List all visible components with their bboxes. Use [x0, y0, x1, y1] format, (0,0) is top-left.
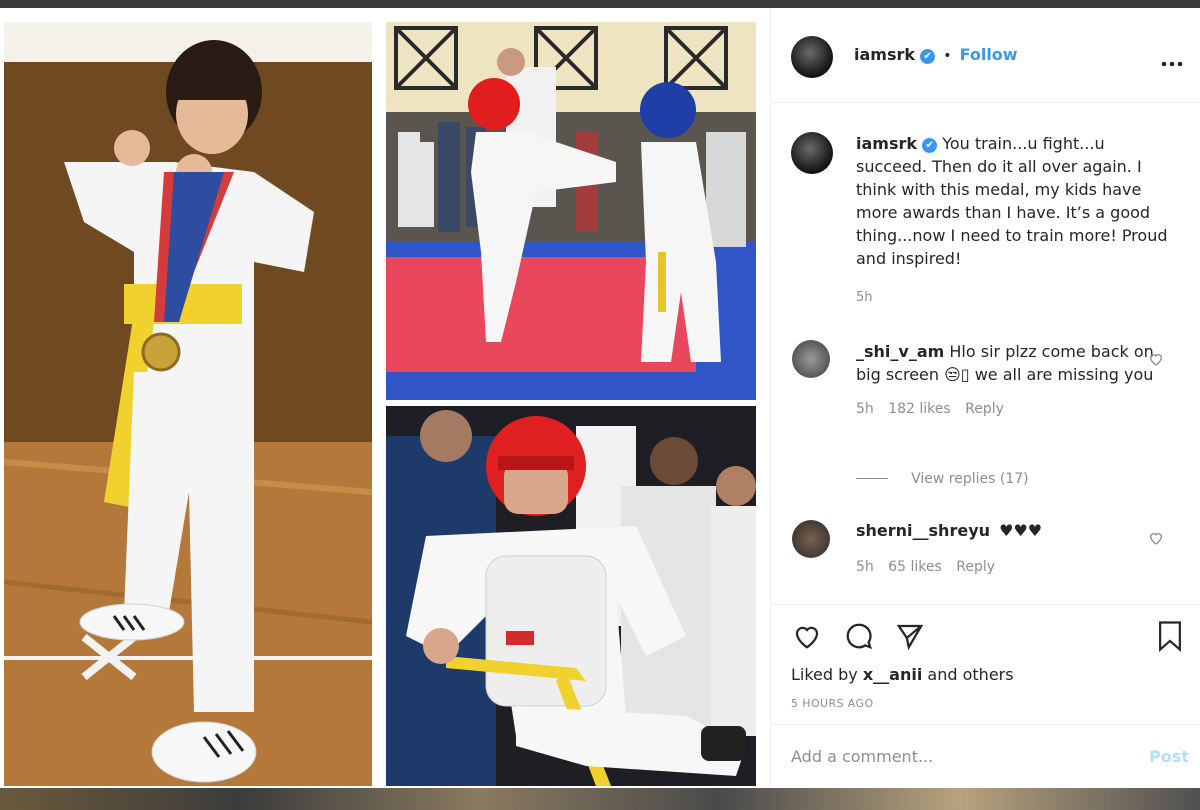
comment-like-heart-icon[interactable]	[1148, 351, 1164, 367]
comment-like-heart-icon[interactable]	[1148, 530, 1164, 546]
post-comment-button[interactable]: Post	[1149, 747, 1189, 766]
comment-text: ♥♥♥	[999, 521, 1043, 540]
comment-reply-button[interactable]: Reply	[965, 401, 1004, 417]
photo-sparring-match-art	[386, 22, 756, 400]
post-actions: Liked by x__anii and others 5 HOURS AGO	[771, 604, 1200, 725]
comment-item: sherni__shreyu ♥♥♥ 5h 65 likes Reply	[856, 519, 1156, 579]
add-comment-bar: Add a comment... Post	[771, 724, 1200, 789]
view-replies-line	[856, 478, 888, 479]
author-username[interactable]: iamsrk	[854, 45, 915, 64]
photo-kid-with-medal	[4, 22, 372, 786]
post-header: iamsrk ✔ • Follow	[771, 8, 1200, 103]
comment-meta: 5h 65 likes Reply	[856, 556, 1156, 579]
verified-badge-icon: ✔	[920, 49, 936, 64]
instagram-post: iamsrk ✔ • Follow iamsrk ✔ You train...u…	[0, 8, 1200, 788]
comment-username[interactable]: sherni__shreyu	[856, 521, 990, 540]
post-caption: iamsrk ✔ You train...u fight...u succeed…	[856, 132, 1176, 309]
comment-avatar[interactable]	[792, 520, 830, 558]
photo-kid-red-helmet	[386, 406, 756, 786]
window-bottom-strip	[0, 788, 1200, 810]
caption-verified-icon: ✔	[922, 138, 938, 153]
add-comment-input[interactable]: Add a comment...	[791, 747, 933, 766]
caption-avatar[interactable]	[791, 132, 833, 174]
caption-username[interactable]: iamsrk	[856, 134, 917, 153]
liked-by-suffix[interactable]: and others	[922, 665, 1013, 684]
liked-by-line: Liked by x__anii and others	[791, 665, 1014, 684]
comment-likes[interactable]: 182 likes	[888, 401, 950, 417]
comment-meta: 5h 182 likes Reply	[856, 398, 1156, 421]
comment-username[interactable]: _shi_v_am	[856, 342, 944, 361]
photo-kid-red-helmet-art	[386, 406, 756, 786]
comment-avatar[interactable]	[792, 340, 830, 378]
post-media[interactable]	[0, 8, 770, 788]
post-sidebar: iamsrk ✔ • Follow iamsrk ✔ You train...u…	[770, 8, 1200, 788]
caption-time[interactable]: 5h	[856, 286, 1176, 309]
author-avatar[interactable]	[791, 36, 833, 78]
author-line: iamsrk ✔ • Follow	[854, 45, 1018, 64]
photo-kid-with-medal-art	[4, 22, 372, 786]
caption-text: You train...u fight...u succeed. Then do…	[856, 134, 1168, 268]
comment-time[interactable]: 5h	[856, 401, 874, 417]
comment-item: _shi_v_am Hlo sir plzz come back on big …	[856, 340, 1156, 421]
comment-likes[interactable]: 65 likes	[888, 559, 942, 575]
like-heart-icon[interactable]	[791, 621, 823, 655]
photo-sparring-match	[386, 22, 756, 400]
comment-time[interactable]: 5h	[856, 559, 874, 575]
view-replies[interactable]: View replies (17)	[856, 468, 1029, 487]
liked-by-user[interactable]: x__anii	[863, 665, 922, 684]
follow-button[interactable]: Follow	[960, 45, 1018, 64]
more-options-icon[interactable]	[1161, 52, 1183, 71]
post-timestamp[interactable]: 5 HOURS AGO	[791, 697, 874, 710]
share-paper-plane-icon[interactable]	[895, 621, 925, 655]
window-top-border	[0, 0, 1200, 8]
header-separator: •	[943, 48, 952, 64]
liked-by-prefix: Liked by	[791, 665, 863, 684]
comment-bubble-icon[interactable]	[843, 621, 875, 655]
save-bookmark-icon[interactable]	[1155, 620, 1185, 656]
comment-reply-button[interactable]: Reply	[956, 559, 995, 575]
view-replies-label[interactable]: View replies (17)	[911, 471, 1029, 487]
